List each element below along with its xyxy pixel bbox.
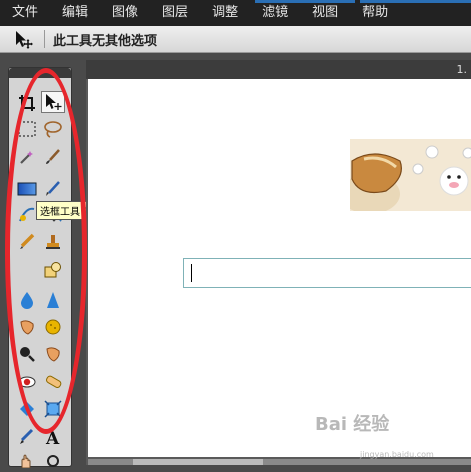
menu-filter[interactable]: 滤镜: [250, 0, 300, 26]
left-panel: A 选框工具 (M): [0, 53, 104, 468]
hand-icon: [21, 454, 31, 468]
healing-icon: [46, 375, 62, 388]
scrollbar-thumb[interactable]: [133, 459, 263, 465]
eyedropper-icon: [20, 428, 34, 444]
menu-image[interactable]: 图像: [100, 0, 150, 26]
sponge-tool[interactable]: [41, 316, 65, 338]
zoom-small-icon: [47, 455, 59, 467]
pencil-brush-icon: [46, 181, 60, 196]
options-bar: 此工具无其他选项: [0, 26, 471, 53]
lasso-tool[interactable]: [41, 118, 65, 140]
lasso-icon: [44, 121, 62, 138]
burn-icon: [46, 347, 60, 362]
blur-icon: [21, 292, 33, 309]
crop-tool[interactable]: [15, 92, 39, 114]
hand-tool[interactable]: [15, 450, 39, 472]
clone-icon: [19, 207, 35, 222]
gradient-tool[interactable]: [15, 178, 39, 200]
menu-edit[interactable]: 编辑: [50, 0, 100, 26]
text-tool[interactable]: A: [41, 426, 65, 448]
text-caret: [191, 264, 192, 282]
horizontal-scrollbar[interactable]: [88, 459, 471, 465]
scale-tool[interactable]: [41, 398, 65, 420]
svg-text:A: A: [45, 429, 60, 446]
blur-tool[interactable]: [15, 289, 39, 311]
move-tool[interactable]: [41, 91, 65, 113]
options-separator: [44, 30, 45, 48]
zoom-small-tool[interactable]: [41, 450, 65, 472]
stamp-tool[interactable]: [41, 231, 65, 253]
pencil-tool[interactable]: [15, 231, 39, 253]
magic-wand-tool[interactable]: [15, 146, 39, 168]
cartoon-banner-image: [350, 139, 471, 211]
sponge-icon: [45, 319, 61, 335]
red-eye-tool[interactable]: [15, 371, 39, 393]
watermark-url: jingyan.baidu.com: [360, 450, 434, 459]
document-title: 1.: [86, 60, 471, 79]
brush-icon: [46, 149, 60, 164]
burn-tool[interactable]: [41, 343, 65, 365]
magic-wand-icon: [20, 151, 33, 164]
text-icon: A: [45, 429, 60, 446]
marquee-tool[interactable]: [15, 118, 39, 140]
smudge-icon: [20, 320, 34, 335]
crop-icon: [19, 95, 35, 111]
options-message: 此工具无其他选项: [53, 33, 158, 49]
smudge-tool[interactable]: [15, 316, 39, 338]
zoom-icon: [20, 347, 35, 362]
shape-tool[interactable]: [41, 259, 65, 281]
transform-tool[interactable]: [15, 398, 39, 420]
eyedropper-tool[interactable]: [15, 426, 39, 448]
healing-tool[interactable]: [41, 371, 65, 393]
menu-bar: 文件 编辑 图像 图层 调整 滤镜 视图 帮助: [0, 0, 471, 26]
pencil-brush-tool[interactable]: [41, 178, 65, 200]
toolbox: A: [8, 67, 72, 468]
canvas[interactable]: [88, 79, 471, 457]
zoom-tool[interactable]: [15, 343, 39, 365]
transform-icon: [20, 402, 34, 416]
gradient-icon: [17, 182, 37, 196]
pencil-icon: [20, 233, 35, 249]
document-window: 1.: [86, 60, 471, 465]
scale-icon: [44, 400, 62, 418]
menu-help[interactable]: 帮助: [350, 0, 400, 26]
red-eye-icon: [18, 376, 36, 388]
sharpen-icon: [47, 292, 59, 308]
brush-tool[interactable]: [41, 146, 65, 168]
stamp-icon: [46, 235, 60, 249]
menu-layer[interactable]: 图层: [150, 0, 200, 26]
move-icon: [46, 94, 62, 110]
text-input-box[interactable]: [183, 258, 471, 288]
sharpen-tool[interactable]: [41, 289, 65, 311]
menu-view[interactable]: 视图: [300, 0, 350, 26]
menu-file[interactable]: 文件: [0, 0, 50, 26]
shape-icon: [44, 262, 61, 278]
watermark: Bai 经验: [315, 414, 390, 435]
move-tool-icon: [12, 28, 34, 50]
menu-adjust[interactable]: 调整: [200, 0, 250, 26]
marquee-icon: [18, 121, 36, 137]
toolbox-header[interactable]: [9, 68, 71, 78]
